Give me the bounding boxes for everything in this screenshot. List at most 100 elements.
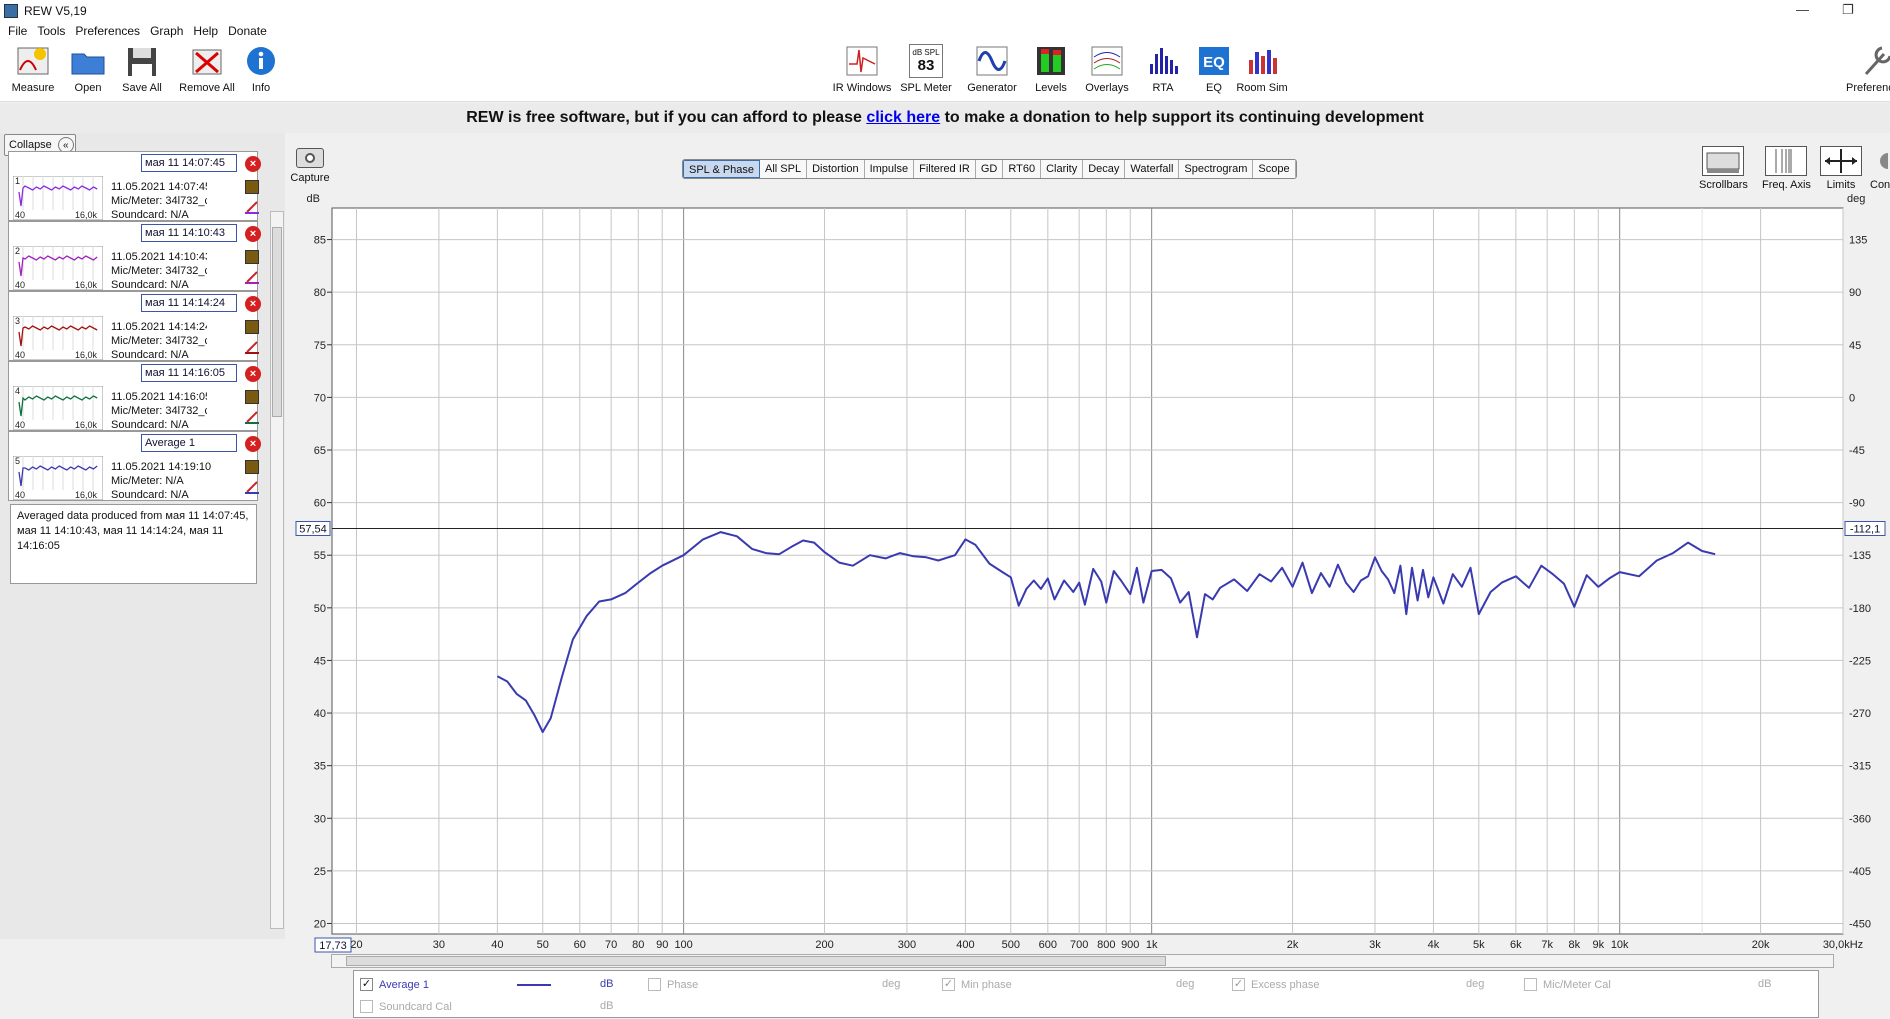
measurement-mic: Mic/Meter: 34l732_cal_0( <box>111 265 207 277</box>
x-tick-label: 500 <box>1002 939 1020 951</box>
y-tick-label: 65 <box>314 445 326 457</box>
x-tick-label: 7k <box>1541 939 1553 951</box>
x-tick-label: 50 <box>537 939 549 951</box>
y2-tick-label: -360 <box>1849 813 1871 825</box>
x-tick-label: 30 <box>433 939 445 951</box>
average-note: Averaged data produced from мая 11 14:07… <box>10 504 257 584</box>
legend-unit: deg <box>1466 978 1485 990</box>
thumbnail-low: 40 <box>15 280 25 290</box>
measurement-graph-icon[interactable] <box>245 250 259 264</box>
cursor-right-value: -112,1 <box>1850 523 1880 535</box>
cursor-left-value: 57,54 <box>299 523 327 535</box>
measurement-mic: Mic/Meter: 34l732_cal_0( <box>111 335 207 347</box>
remove-measurement-icon[interactable]: × <box>245 156 261 172</box>
measurement-item[interactable]: мая 11 14:14:24 × 3 40 16,0k 11.05.2021 14:14… <box>8 291 261 362</box>
measurement-name-field[interactable]: Average 1 <box>141 434 237 452</box>
spl-phase-chart[interactable]: 20 30 40 50 60 70 80 90 100 200 300 400 500 600 700 800… <box>0 0 1890 1019</box>
plot-area[interactable] <box>331 207 1844 935</box>
measurement-name-field[interactable]: мая 11 14:07:45 <box>141 154 237 172</box>
measurement-name-field[interactable]: мая 11 14:16:05 <box>141 364 237 382</box>
remove-measurement-icon[interactable]: × <box>245 226 261 242</box>
y2-tick-label: -90 <box>1849 498 1865 510</box>
measurement-thumbnail[interactable]: 5 40 16,0k <box>12 455 104 501</box>
legend-label: Soundcard Cal <box>379 1000 452 1013</box>
measurement-graph-icon[interactable] <box>245 460 259 474</box>
legend-line-swatch <box>517 984 551 986</box>
x-tick-label: 30,0kHz <box>1823 939 1863 951</box>
x-tick-label: 80 <box>632 939 644 951</box>
frequency-scrollbar[interactable] <box>331 954 1834 968</box>
y2-tick-label: 45 <box>1849 340 1861 352</box>
measurement-info: 11.05.2021 14:14:24 Mic/Meter: 34l732_cal… <box>111 320 207 362</box>
legend-unit: dB <box>600 978 614 990</box>
thumbnail-plot: 2 40 16,0k <box>12 245 104 291</box>
x-tick-label: 3k <box>1369 939 1381 951</box>
measurement-thumbnail[interactable]: 2 40 16,0k <box>12 245 104 291</box>
y-tick-label: 75 <box>314 340 326 352</box>
legend-checkbox[interactable] <box>360 1000 373 1013</box>
thumbnail-low: 40 <box>15 420 25 430</box>
measurement-item[interactable]: мая 11 14:10:43 × 2 40 16,0k 11.05.2021 14:10… <box>8 221 261 291</box>
x-tick-label: 6k <box>1510 939 1522 951</box>
measurement-soundcard: Soundcard: N/A <box>111 419 189 431</box>
thumbnail-low: 40 <box>15 210 25 220</box>
x-tick-label: 8k <box>1569 939 1581 951</box>
measurement-mic: Mic/Meter: 34l732_cal_0( <box>111 405 207 417</box>
y-tick-label: 30 <box>314 813 326 825</box>
thumbnail-low: 40 <box>15 490 25 500</box>
remove-measurement-icon[interactable]: × <box>245 366 261 382</box>
remove-measurement-icon[interactable]: × <box>245 436 261 452</box>
y2-tick-label: -270 <box>1849 708 1871 720</box>
measurement-graph-icon[interactable] <box>245 390 259 404</box>
x-tick-label: 20 <box>350 939 362 951</box>
legend-checkbox[interactable] <box>1524 978 1537 991</box>
x-tick-label: 900 <box>1121 939 1139 951</box>
y-tick-label: 50 <box>314 603 326 615</box>
measurement-item[interactable]: мая 11 14:07:45 × 1 40 16,0k 11.05.2021 14:07… <box>8 151 261 221</box>
measurement-graph-icon[interactable] <box>245 180 259 194</box>
legend-soundcard-cal[interactable]: Soundcard Cal <box>360 1000 452 1013</box>
line-color-icon[interactable] <box>245 200 259 214</box>
y2-tick-label: 135 <box>1849 235 1867 247</box>
legend-phase[interactable]: Phase <box>648 978 698 991</box>
x-tick-label: 60 <box>574 939 586 951</box>
measurement-name-field[interactable]: мая 11 14:10:43 <box>141 224 237 242</box>
measurement-graph-icon[interactable] <box>245 320 259 334</box>
measurement-thumbnail[interactable]: 4 40 16,0k <box>12 385 104 431</box>
scrollbar-thumb[interactable] <box>346 956 1166 966</box>
legend-unit: deg <box>882 978 901 990</box>
measurement-item[interactable]: мая 11 14:16:05 × 4 40 16,0k 11.05.2021 14:16… <box>8 361 261 431</box>
y2-tick-label: -405 <box>1849 866 1871 878</box>
line-color-icon[interactable] <box>245 270 259 284</box>
line-color-icon[interactable] <box>245 480 259 494</box>
x-tick-label: 400 <box>956 939 974 951</box>
legend-label: Min phase <box>961 978 1012 991</box>
legend-checkbox[interactable]: ✓ <box>942 978 955 991</box>
legend-min-phase[interactable]: ✓ Min phase <box>942 978 1012 991</box>
legend-excess-phase[interactable]: ✓ Excess phase <box>1232 978 1319 991</box>
measurement-date: 11.05.2021 14:14:24 <box>111 321 207 333</box>
legend-unit: dB <box>1758 978 1772 990</box>
y2-tick-label: -45 <box>1849 445 1865 457</box>
trace-legend: ✓ Average 1 dB Phase deg ✓ Min phase deg ✓ Excess… <box>353 970 1819 1018</box>
thumbnail-high: 16,0k <box>75 420 98 430</box>
line-color-icon[interactable] <box>245 340 259 354</box>
remove-measurement-icon[interactable]: × <box>245 296 261 312</box>
y2-tick-label: 0 <box>1849 392 1855 404</box>
legend-checkbox[interactable]: ✓ <box>1232 978 1245 991</box>
x-tick-label: 600 <box>1039 939 1057 951</box>
x-tick-label: 100 <box>674 939 692 951</box>
measurement-thumbnail[interactable]: 1 40 16,0k <box>12 175 104 221</box>
legend-mic-meter-cal[interactable]: Mic/Meter Cal <box>1524 978 1611 991</box>
line-color-icon[interactable] <box>245 410 259 424</box>
legend-label: Mic/Meter Cal <box>1543 978 1611 991</box>
legend-checkbox[interactable] <box>648 978 661 991</box>
thumbnail-plot: 5 40 16,0k <box>12 455 104 501</box>
legend-average-1[interactable]: ✓ Average 1 <box>360 978 429 991</box>
measurement-name-field[interactable]: мая 11 14:14:24 <box>141 294 237 312</box>
x-tick-label: 4k <box>1428 939 1440 951</box>
legend-checkbox[interactable]: ✓ <box>360 978 373 991</box>
measurement-thumbnail[interactable]: 3 40 16,0k <box>12 315 104 361</box>
measurement-soundcard: Soundcard: N/A <box>111 209 189 221</box>
measurement-item[interactable]: Average 1 × 5 40 16,0k 11.05.2021 14:19:10 Mic… <box>8 431 261 501</box>
